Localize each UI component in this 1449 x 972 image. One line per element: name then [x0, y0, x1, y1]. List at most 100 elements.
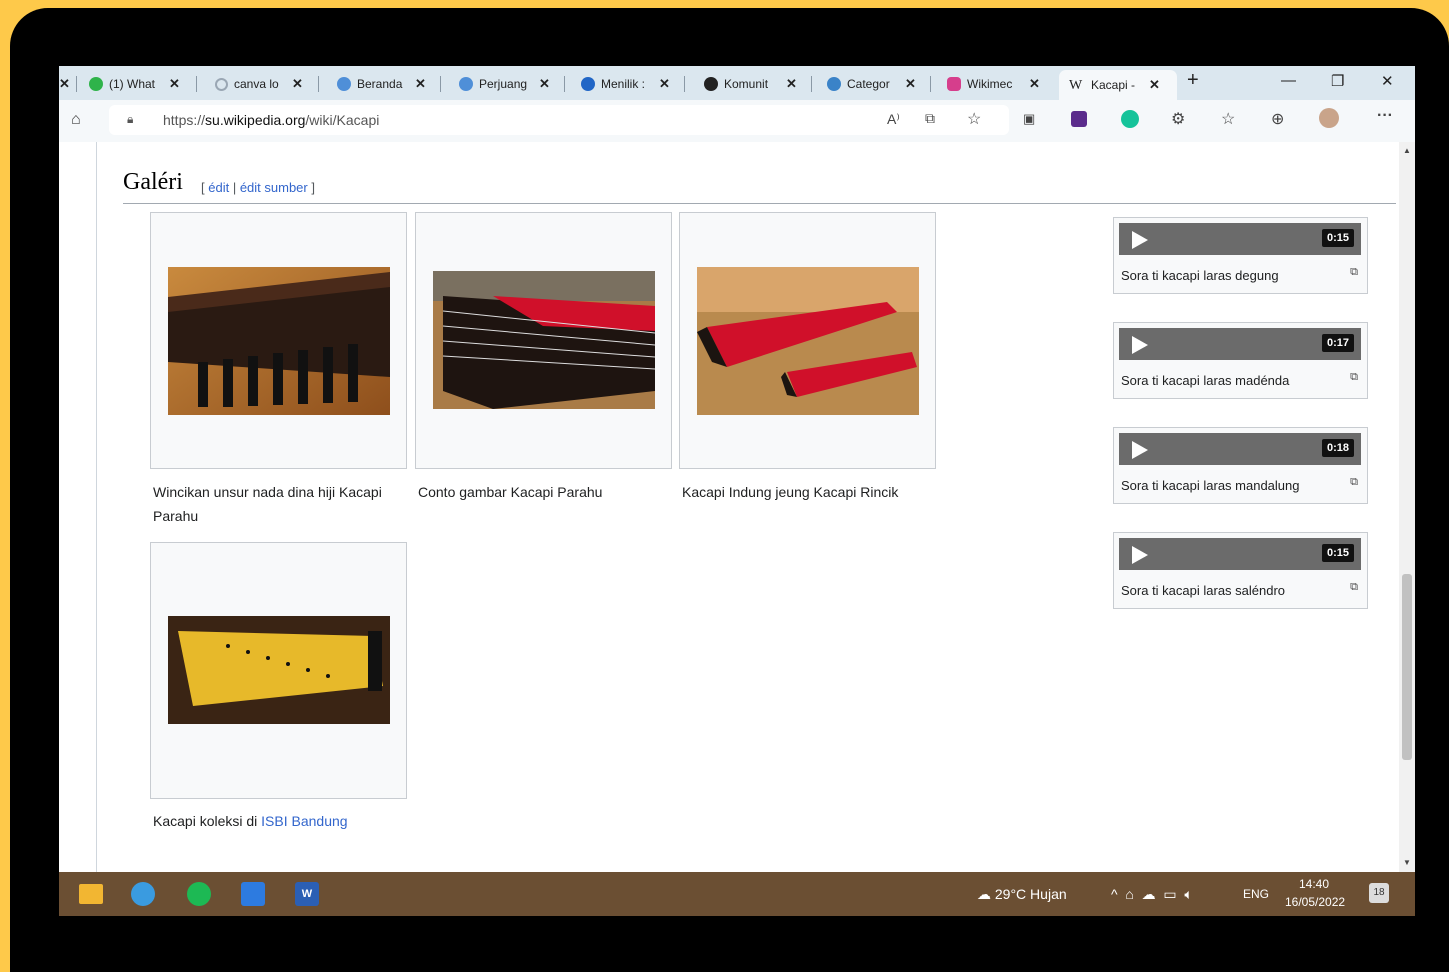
content-border: [96, 142, 97, 872]
address-bar: ⌂ 🔒︎ https://su.wikipedia.org/wiki/Kacap…: [59, 100, 1415, 142]
expand-icon[interactable]: ⧉: [1350, 371, 1358, 384]
weather-widget[interactable]: ☁ 29°C Hujan: [977, 886, 1067, 903]
vertical-scrollbar[interactable]: ▲ ▼: [1399, 142, 1415, 872]
audio-caption: Sora ti kacapi laras degung: [1121, 268, 1279, 283]
favorite-add-icon[interactable]: ☆: [967, 109, 981, 129]
expand-icon[interactable]: ⧉: [1350, 266, 1358, 279]
scroll-up-icon[interactable]: ▲: [1403, 146, 1411, 155]
duration-badge: 0:15: [1321, 229, 1354, 247]
minimize-icon[interactable]: —: [1281, 72, 1296, 89]
close-icon[interactable]: ✕: [659, 76, 670, 92]
tab-menilik[interactable]: Menilik : ✕: [581, 70, 685, 98]
screen: ✕ (1) What ✕ canva lo ✕ Beranda ✕ Perjua…: [59, 66, 1415, 916]
audio-player[interactable]: 0:17: [1119, 328, 1361, 360]
taskbar: W ☁ 29°C Hujan ^ ⌂ ☁ ▭ 🔈︎ ENG 14:40 16/0…: [59, 872, 1415, 916]
expand-icon[interactable]: ⧉: [1350, 476, 1358, 489]
isbi-bandung-link[interactable]: ISBI Bandung: [261, 813, 347, 829]
extension-icon[interactable]: ▣: [1023, 111, 1035, 127]
audio-player[interactable]: 0:15: [1119, 538, 1361, 570]
audio-item: 0:15 Sora ti kacapi laras degung ⧉: [1113, 217, 1368, 294]
file-explorer-icon[interactable]: [79, 884, 103, 904]
close-icon[interactable]: ✕: [786, 76, 797, 92]
section-title: Galéri: [123, 169, 183, 195]
audio-caption: Sora ti kacapi laras saléndro: [1121, 583, 1286, 598]
close-icon[interactable]: ✕: [59, 76, 70, 92]
edit-link[interactable]: édit: [208, 180, 229, 195]
extension-purple-icon[interactable]: [1071, 111, 1087, 127]
edge-icon[interactable]: [131, 882, 155, 906]
close-icon[interactable]: ✕: [169, 76, 180, 92]
close-icon[interactable]: ✕: [1029, 76, 1040, 92]
close-window-icon[interactable]: ✕: [1381, 72, 1394, 90]
url-text[interactable]: https://su.wikipedia.org/wiki/Kacapi: [163, 112, 379, 128]
section-divider: [123, 203, 1396, 204]
gallery-caption: Kacapi koleksi di ISBI Bandung: [153, 813, 348, 829]
profile-avatar[interactable]: [1319, 108, 1339, 128]
more-menu-icon[interactable]: ···: [1377, 107, 1393, 125]
tab-komunitas[interactable]: Komunit ✕: [704, 70, 812, 98]
instagram-icon: [947, 77, 961, 91]
search-icon: [215, 77, 228, 91]
close-icon[interactable]: ✕: [905, 76, 916, 92]
grammarly-icon[interactable]: [1121, 110, 1139, 128]
scroll-down-icon[interactable]: ▼: [1403, 858, 1411, 867]
gallery-image[interactable]: [433, 271, 655, 409]
tab-partial[interactable]: ✕: [59, 70, 77, 98]
tab-kacapi[interactable]: W Kacapi - ✕: [1059, 70, 1177, 100]
notification-badge[interactable]: 18: [1369, 883, 1389, 903]
gallery-image[interactable]: [697, 267, 919, 415]
tab-label: Komunit: [724, 77, 769, 91]
audio-caption: Sora ti kacapi laras madénda: [1121, 373, 1290, 388]
close-icon[interactable]: ✕: [292, 76, 303, 92]
new-tab-button[interactable]: +: [1187, 69, 1199, 92]
gallery-item: [415, 212, 672, 469]
gallery-image[interactable]: [168, 616, 390, 724]
wikimedia-icon: [704, 77, 718, 91]
clock-date[interactable]: 16/05/2022: [1285, 895, 1345, 909]
gallery-image[interactable]: [168, 267, 390, 415]
play-icon[interactable]: [1132, 231, 1148, 249]
play-icon[interactable]: [1132, 336, 1148, 354]
url-field[interactable]: 🔒︎ https://su.wikipedia.org/wiki/Kacapi …: [109, 105, 1009, 135]
language-indicator[interactable]: ENG: [1243, 887, 1269, 901]
scrollbar-thumb[interactable]: [1402, 574, 1412, 760]
extensions-icon[interactable]: ⚙: [1171, 109, 1185, 129]
tab-bar: ✕ (1) What ✕ canva lo ✕ Beranda ✕ Perjua…: [59, 66, 1415, 100]
whatsapp-icon: [89, 77, 103, 91]
audio-player[interactable]: 0:18: [1119, 433, 1361, 465]
restore-icon[interactable]: ❐: [1331, 72, 1344, 90]
home-icon[interactable]: ⌂: [71, 111, 81, 129]
audio-player[interactable]: 0:15: [1119, 223, 1361, 255]
tray-icons[interactable]: ^ ⌂ ☁ ▭ 🔈︎: [1111, 886, 1193, 903]
favorites-icon[interactable]: ☆: [1221, 109, 1235, 129]
tab-beranda[interactable]: Beranda ✕: [337, 70, 441, 98]
close-icon[interactable]: ✕: [539, 76, 550, 92]
edit-source-link[interactable]: édit sumber: [240, 180, 308, 195]
edit-links: [ édit | édit sumber ]: [201, 180, 315, 195]
audio-item: 0:17 Sora ti kacapi laras madénda ⧉: [1113, 322, 1368, 399]
close-icon[interactable]: ✕: [415, 76, 426, 92]
play-icon[interactable]: [1132, 546, 1148, 564]
tab-perjuangan[interactable]: Perjuang ✕: [459, 70, 565, 98]
wikipedia-icon: W: [1069, 78, 1083, 93]
collections-icon[interactable]: ⊕: [1271, 109, 1284, 129]
store-icon[interactable]: [241, 882, 265, 906]
close-icon[interactable]: ✕: [1149, 77, 1160, 93]
audio-item: 0:15 Sora ti kacapi laras saléndro ⧉: [1113, 532, 1368, 609]
tab-canva[interactable]: canva lo ✕: [215, 70, 319, 98]
immersive-reader-icon[interactable]: ⧉: [925, 110, 935, 127]
clock-time[interactable]: 14:40: [1299, 877, 1329, 891]
expand-icon[interactable]: ⧉: [1350, 581, 1358, 594]
word-icon[interactable]: W: [295, 882, 319, 906]
site-icon: [459, 77, 473, 91]
tab-label: Categor: [847, 77, 890, 91]
read-aloud-icon[interactable]: A⁾: [887, 111, 900, 128]
duration-badge: 0:17: [1321, 334, 1354, 352]
tab-label: Wikimec: [967, 77, 1013, 91]
tab-wikimedia[interactable]: Wikimec ✕: [947, 70, 1051, 98]
play-icon[interactable]: [1132, 441, 1148, 459]
lock-icon[interactable]: 🔒︎: [127, 112, 133, 127]
tab-category[interactable]: Categor ✕: [827, 70, 931, 98]
spotify-icon[interactable]: [187, 882, 211, 906]
tab-whatsapp[interactable]: (1) What ✕: [89, 70, 197, 98]
